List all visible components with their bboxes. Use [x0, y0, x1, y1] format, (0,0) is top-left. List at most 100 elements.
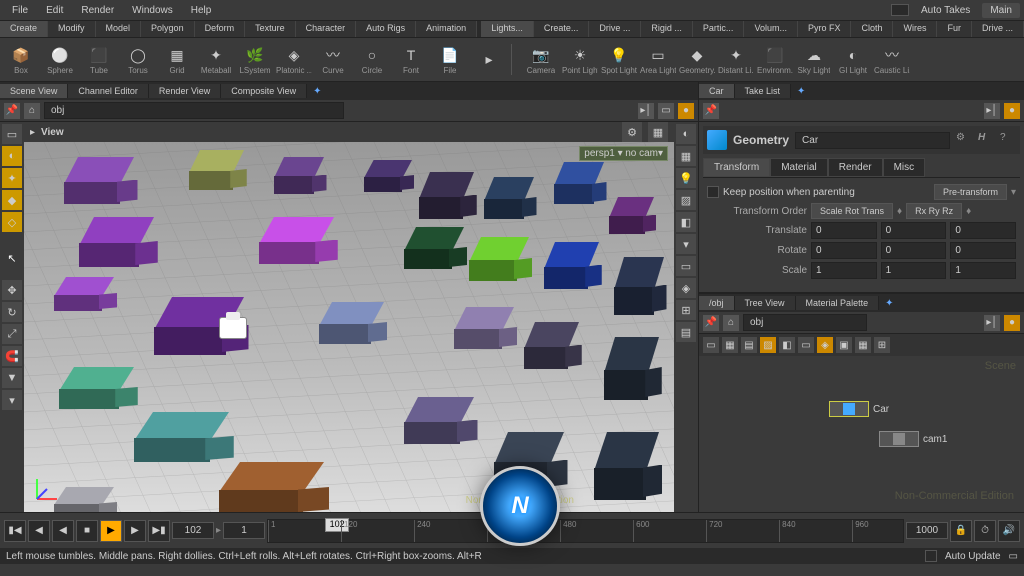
tab-material[interactable]: Material: [770, 158, 828, 177]
param-pin-icon[interactable]: 📌: [703, 103, 719, 119]
net-home-icon[interactable]: ⌂: [723, 315, 739, 331]
node-car[interactable]: Car: [829, 401, 889, 417]
scene-cube[interactable]: [544, 242, 599, 287]
scene-cube[interactable]: [54, 277, 114, 309]
menu-render[interactable]: Render: [73, 3, 122, 18]
play-back-button[interactable]: ◀: [52, 520, 74, 542]
help-icon[interactable]: ?: [1000, 132, 1016, 148]
nt3[interactable]: ▤: [741, 337, 757, 353]
viewport[interactable]: ▸ View ⚙ ▦ persp1 ▾ no cam▾ N: [24, 122, 674, 512]
tool-spotlight[interactable]: 💡Spot Light: [600, 40, 638, 80]
shelf-r-3[interactable]: Rigid ...: [641, 21, 693, 37]
scene-cube[interactable]: [54, 487, 114, 512]
status-icon[interactable]: ▭: [1009, 551, 1018, 562]
shelf-character[interactable]: Character: [296, 21, 357, 37]
scene-cube[interactable]: [484, 177, 534, 217]
menu-file[interactable]: File: [4, 3, 36, 18]
view-opt2-icon[interactable]: ▦: [648, 122, 668, 142]
shelf-r-6[interactable]: Pyro FX: [798, 21, 852, 37]
shelf-r-7[interactable]: Cloth: [851, 21, 893, 37]
shelf-r-0[interactable]: Lights...: [481, 21, 534, 37]
shelf-modify[interactable]: Modify: [48, 21, 96, 37]
flag-icon[interactable]: ▸│: [638, 103, 654, 119]
tab-composite-view[interactable]: Composite View: [221, 84, 307, 98]
tab-tree-view[interactable]: Tree View: [735, 296, 796, 310]
nt8[interactable]: ▣: [836, 337, 852, 353]
tab-take-list[interactable]: Take List: [735, 84, 792, 98]
scene-cube[interactable]: [404, 397, 474, 442]
tx-field[interactable]: 0: [811, 222, 877, 239]
scene-cube[interactable]: [364, 160, 412, 190]
shelf-r-9[interactable]: Fur: [937, 21, 972, 37]
sy-field[interactable]: 1: [881, 262, 947, 279]
car-object[interactable]: [219, 317, 247, 339]
start-frame-field[interactable]: 1: [223, 522, 265, 539]
network-view[interactable]: Scene Car cam1 Non-Commercial Edition: [699, 356, 1024, 512]
end-frame-field[interactable]: 1000: [906, 522, 948, 539]
scene-cube[interactable]: [609, 197, 654, 232]
scene-cube[interactable]: [524, 322, 579, 367]
home-icon[interactable]: ⌂: [24, 103, 40, 119]
range-lock-icon[interactable]: 🔒: [950, 520, 972, 542]
tab-mat-palette[interactable]: Material Palette: [796, 296, 880, 310]
tool-platonic[interactable]: ◈Platonic ...: [275, 40, 313, 80]
tool-circle[interactable]: ○Circle: [353, 40, 391, 80]
d5-tool[interactable]: ▤: [676, 322, 696, 342]
poly-tool[interactable]: ◇: [2, 212, 22, 232]
next-frame-button[interactable]: ▶: [124, 520, 146, 542]
shelf-animation[interactable]: Animation: [416, 21, 477, 37]
scene-cube[interactable]: [319, 302, 384, 342]
tz-field[interactable]: 0: [950, 222, 1016, 239]
pin-icon[interactable]: 📌: [4, 103, 20, 119]
paint-tool[interactable]: ◆: [2, 190, 22, 210]
nt2[interactable]: ▦: [722, 337, 738, 353]
vis-tool[interactable]: ▼: [2, 368, 22, 388]
shelf-r-10[interactable]: Drive ...: [972, 21, 1024, 37]
snap-tool[interactable]: ▾: [2, 390, 22, 410]
add-tab-button[interactable]: ✦: [307, 84, 327, 99]
tool-pointlight[interactable]: ☀Point Light: [561, 40, 599, 80]
shelf-auto rigs[interactable]: Auto Rigs: [356, 21, 416, 37]
last-frame-button[interactable]: ▶▮: [148, 520, 170, 542]
pre-transform-dropdown[interactable]: Pre-transform: [934, 184, 1007, 200]
timeline-track[interactable]: 102 1120240360480600720840960: [267, 519, 904, 543]
scene-cube[interactable]: [259, 217, 334, 262]
shelf-deform[interactable]: Deform: [195, 21, 246, 37]
shelf-r-2[interactable]: Drive ...: [589, 21, 641, 37]
main-take-tab[interactable]: Main: [982, 3, 1020, 18]
nt4[interactable]: ▨: [760, 337, 776, 353]
srt-dropdown[interactable]: Scale Rot Trans: [811, 203, 893, 219]
bg-tool[interactable]: ◧: [676, 212, 696, 232]
ty-field[interactable]: 0: [881, 222, 947, 239]
param-name-field[interactable]: Car: [795, 132, 950, 149]
gear-icon[interactable]: ⚙: [956, 132, 972, 148]
tool-curve[interactable]: 〰Curve: [314, 40, 352, 80]
scene-cube[interactable]: [604, 337, 659, 397]
scene-cube[interactable]: [404, 227, 464, 267]
rot-order-dropdown[interactable]: Rx Ry Rz: [906, 203, 962, 219]
rx-field[interactable]: 0: [811, 242, 877, 259]
nt9[interactable]: ▦: [855, 337, 871, 353]
tab-misc[interactable]: Misc: [883, 158, 926, 177]
shelf-model[interactable]: Model: [96, 21, 142, 37]
tool-gilight[interactable]: ◐GI Light: [834, 40, 872, 80]
sz-field[interactable]: 1: [950, 262, 1016, 279]
tool-environm[interactable]: ⬛Environm...: [756, 40, 794, 80]
path-input[interactable]: obj: [44, 102, 344, 119]
shelf-r-1[interactable]: Create...: [534, 21, 590, 37]
shade-tool[interactable]: ◐: [676, 124, 696, 144]
shelf-r-5[interactable]: Volum...: [744, 21, 798, 37]
move-tool[interactable]: ✥: [2, 280, 22, 300]
d1-tool[interactable]: ▾: [676, 234, 696, 254]
record-icon[interactable]: ●: [678, 103, 694, 119]
ghost-icon[interactable]: ▭: [658, 103, 674, 119]
ry-field[interactable]: 0: [881, 242, 947, 259]
d3-tool[interactable]: ◈: [676, 278, 696, 298]
tool-geometry[interactable]: ◆Geometry...: [678, 40, 716, 80]
tool-grid[interactable]: ▦Grid: [158, 40, 196, 80]
audio-icon[interactable]: 🔊: [998, 520, 1020, 542]
net-pin-icon[interactable]: 📌: [703, 315, 719, 331]
tex-tool[interactable]: ▨: [676, 190, 696, 210]
prev-frame-button[interactable]: ◀: [28, 520, 50, 542]
view-toggle-icon[interactable]: ▸: [30, 127, 35, 138]
